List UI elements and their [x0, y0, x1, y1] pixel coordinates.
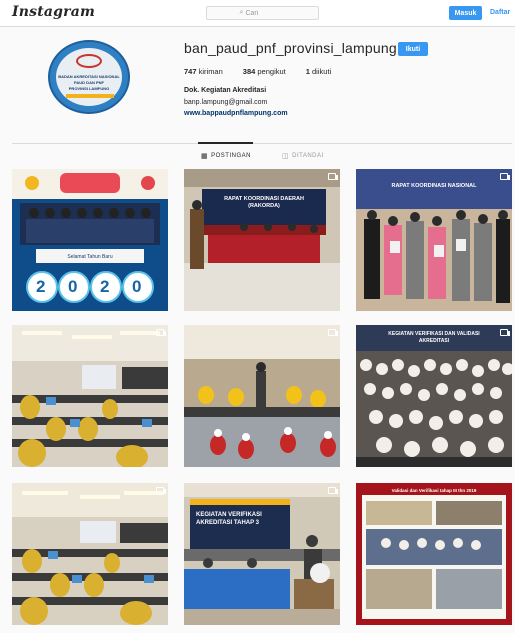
carousel-icon	[500, 329, 510, 336]
follow-button[interactable]: Ikuti	[398, 42, 428, 56]
post-image-6	[356, 325, 512, 467]
instagram-logo[interactable]: Instagram	[12, 4, 95, 20]
post-image-5	[184, 325, 340, 467]
post-tile-6[interactable]: KEGIATAN VERIFIKASI DAN VALIDASI AKREDIT…	[356, 325, 512, 467]
post-3-banner: RAPAT KOORDINASI NASIONAL	[391, 183, 477, 189]
bio-website-link[interactable]: www.bappaudpnflampung.com	[184, 110, 288, 117]
post-image-8	[184, 483, 340, 625]
avatar-text-line2: PAUD DAN PNF	[74, 80, 104, 85]
post-image-3	[356, 169, 512, 311]
post-tile-5[interactable]	[184, 325, 340, 467]
top-nav-bar: Instagram ⌕ Masuk Daftar	[0, 0, 515, 27]
post-image-1: Selamat Tahun Baru	[12, 169, 168, 311]
post-1-greeting: Selamat Tahun Baru	[67, 254, 112, 260]
post-tile-8[interactable]: KEGIATAN VERIFIKASI AKREDITASI TAHAP 3	[184, 483, 340, 625]
carousel-icon	[156, 487, 166, 494]
post-tile-7[interactable]	[12, 483, 168, 625]
post-image-2	[184, 169, 340, 311]
tab-tagged-label: DITANDAI	[292, 153, 324, 159]
post-image-7	[12, 483, 168, 625]
post-9-header: Validasi dan Verifikasi tahap III thn 20…	[391, 488, 477, 493]
tab-divider	[12, 143, 512, 144]
post-2-banner: RAPAT KOORDINASI DAERAH (RAKORDA)	[224, 196, 304, 209]
carousel-icon	[328, 487, 338, 494]
search-box[interactable]: ⌕	[206, 6, 319, 20]
post-image-9	[356, 483, 512, 625]
post-tile-3[interactable]: RAPAT KOORDINASI NASIONAL	[356, 169, 512, 311]
post-image-4	[12, 325, 168, 467]
carousel-icon	[156, 329, 166, 336]
posts-stat: 747 kiriman	[184, 67, 223, 76]
tab-tagged[interactable]: ◫ DITANDAI	[282, 152, 324, 160]
logo-emblem-icon	[76, 54, 102, 68]
tab-posts[interactable]: ▦ POSTINGAN	[201, 152, 251, 160]
tag-icon: ◫	[282, 153, 290, 160]
tab-posts-label: POSTINGAN	[211, 153, 251, 159]
following-stat[interactable]: 1 diikuti	[306, 67, 331, 76]
profile-username: ban_paud_pnf_provinsi_lampung	[184, 40, 397, 56]
signup-link[interactable]: Daftar	[490, 9, 510, 16]
profile-avatar[interactable]: BADAN AKREDITASI NASIONAL PAUD DAN PNF P…	[48, 40, 130, 114]
post-tile-1[interactable]: Selamat Tahun Baru 2020 2 0 2 0	[12, 169, 168, 311]
search-icon: ⌕	[239, 9, 244, 16]
grid-icon: ▦	[201, 153, 209, 160]
search-input[interactable]	[245, 9, 286, 17]
avatar-text-line1: BADAN AKREDITASI NASIONAL	[58, 74, 120, 79]
post-8-banner: KEGIATAN VERIFIKASI AKREDITASI TAHAP 3	[196, 512, 262, 526]
profile-stats: 747 kiriman 384 pengikut 1 diikuti	[184, 67, 331, 76]
login-button[interactable]: Masuk	[449, 6, 482, 20]
carousel-icon	[328, 173, 338, 180]
bio-name: Dok. Kegiatan Akreditasi	[184, 87, 267, 94]
avatar-text-line3: PROVINSI LAMPUNG	[68, 86, 110, 91]
post-tile-9[interactable]: Validasi dan Verifikasi tahap III thn 20…	[356, 483, 512, 625]
post-tile-4[interactable]	[12, 325, 168, 467]
carousel-icon	[328, 329, 338, 336]
followers-stat[interactable]: 384 pengikut	[243, 67, 286, 76]
post-6-banner: KEGIATAN VERIFIKASI DAN VALIDASI AKREDIT…	[388, 331, 480, 344]
bio-email: banp.lampung@gmail.com	[184, 99, 268, 106]
post-tile-2[interactable]: RAPAT KOORDINASI DAERAH (RAKORDA)	[184, 169, 340, 311]
active-tab-indicator	[198, 142, 253, 144]
carousel-icon	[500, 173, 510, 180]
